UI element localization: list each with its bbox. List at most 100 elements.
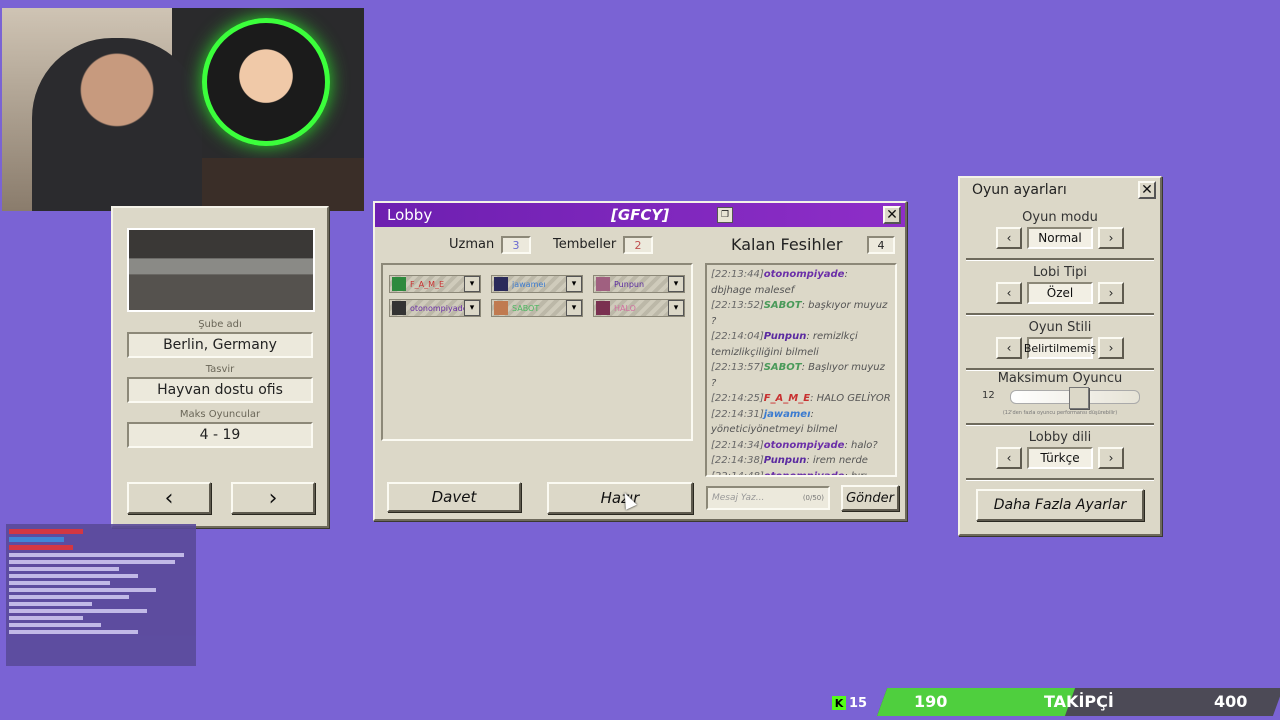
settings-close-button[interactable]: ✕ bbox=[1138, 181, 1156, 199]
chat-username: F_A_M_E bbox=[763, 393, 811, 404]
slider-thumb[interactable] bbox=[1069, 387, 1089, 409]
copy-code-icon[interactable]: ❐ bbox=[717, 207, 733, 223]
player-avatar bbox=[392, 301, 406, 315]
follower-badge-count: 15 bbox=[849, 695, 868, 711]
chat-message: [22:13:44]otonompiyade: dbjhage malesef bbox=[711, 267, 891, 298]
player-list: F_A_M_E ▾ jawameı ▾ Punpun ▾ otonompiyade ▾ SABO… bbox=[381, 263, 693, 441]
max-players-label: Maks Oyuncular bbox=[179, 409, 261, 420]
game-mode-next[interactable]: › bbox=[1098, 227, 1124, 249]
player-avatar bbox=[596, 301, 610, 315]
chevron-down-icon[interactable]: ▾ bbox=[668, 300, 684, 316]
branch-window: Şube adı Berlin, Germany Tasvir Hayvan d… bbox=[111, 206, 329, 528]
max-players-slider[interactable] bbox=[1010, 387, 1140, 409]
chevron-down-icon[interactable]: ▾ bbox=[566, 276, 582, 292]
max-players-setting-value: 12 bbox=[982, 390, 995, 401]
branch-desc-field[interactable]: Hayvan dostu ofis bbox=[127, 377, 313, 403]
chat-timestamp: [22:14:31] bbox=[711, 408, 764, 420]
player-name: otonompiyade bbox=[410, 303, 464, 313]
divider bbox=[966, 423, 1154, 426]
divider bbox=[966, 313, 1154, 316]
chat-message: [22:14:25]F_A_M_E: HALO GELİYOR bbox=[711, 391, 891, 407]
branch-desc-label: Tasvir bbox=[205, 364, 235, 375]
game-mode-label: Oyun modu bbox=[1022, 210, 1098, 225]
lazy-count: 2 bbox=[623, 236, 653, 254]
send-button[interactable]: Gönder bbox=[841, 485, 899, 511]
player-avatar bbox=[596, 277, 610, 291]
follower-goal: 400 bbox=[1214, 692, 1248, 711]
chat-message: [22:14:38]Punpun: irem nerde bbox=[711, 453, 891, 469]
settings-titlebar: Oyun ayarları ✕ bbox=[960, 178, 1160, 202]
game-mode-prev[interactable]: ‹ bbox=[996, 227, 1022, 249]
invite-button[interactable]: Davet bbox=[387, 482, 521, 512]
message-placeholder: Mesaj Yaz... bbox=[712, 493, 765, 503]
follower-badge: K 15 bbox=[832, 694, 868, 712]
chat-username: Punpun bbox=[763, 455, 807, 466]
game-style-label: Oyun Stili bbox=[1028, 320, 1092, 335]
chat-log[interactable]: [22:13:44]otonompiyade: dbjhage malesef[… bbox=[705, 263, 897, 477]
more-settings-button[interactable]: Daha Fazla Ayarlar bbox=[976, 489, 1144, 521]
webcam-person bbox=[32, 38, 202, 211]
cancels-label: Kalan Fesihler bbox=[731, 235, 843, 254]
chat-timestamp: [22:13:57] bbox=[711, 362, 764, 373]
chat-timestamp: [22:14:34] bbox=[711, 439, 764, 451]
chevron-down-icon[interactable]: ▾ bbox=[464, 276, 480, 292]
lobby-language-next[interactable]: › bbox=[1098, 447, 1124, 469]
player-name: SABOT bbox=[512, 303, 540, 313]
chat-timestamp: [22:14:04] bbox=[711, 331, 764, 342]
chat-username: SABOT bbox=[763, 300, 802, 311]
lobby-type-prev[interactable]: ‹ bbox=[996, 282, 1022, 304]
webcam-overlay bbox=[2, 8, 364, 211]
lobby-language-prev[interactable]: ‹ bbox=[996, 447, 1022, 469]
player-slot[interactable]: Punpun ▾ bbox=[593, 275, 685, 293]
chat-text: : irem nerde bbox=[806, 455, 868, 466]
player-slot[interactable]: F_A_M_E ▾ bbox=[389, 275, 481, 293]
lobby-language-label: Lobby dili bbox=[1028, 430, 1092, 445]
chat-timestamp: [22:13:44] bbox=[711, 269, 764, 280]
chevron-down-icon[interactable]: ▾ bbox=[668, 276, 684, 292]
max-players-note: (12'den fazla oyuncu performansı düşüreb… bbox=[1002, 410, 1118, 416]
max-players-setting-label: Maksimum Oyuncu bbox=[997, 371, 1123, 386]
branch-name-field[interactable]: Berlin, Germany bbox=[127, 332, 313, 358]
player-slot[interactable]: jawameı ▾ bbox=[491, 275, 583, 293]
max-players-field[interactable]: 4 - 19 bbox=[127, 422, 313, 448]
chevron-down-icon[interactable]: ▾ bbox=[464, 300, 480, 316]
streamer-logo bbox=[202, 18, 330, 146]
player-avatar bbox=[392, 277, 406, 291]
chat-username: SABOT bbox=[763, 362, 802, 373]
game-style-next[interactable]: › bbox=[1098, 337, 1124, 359]
lobby-window: Lobby [GFCY] ❐ ✕ Uzman 3 Tembeller 2 Kal… bbox=[373, 201, 907, 521]
game-style-prev[interactable]: ‹ bbox=[996, 337, 1022, 359]
player-avatar bbox=[494, 277, 508, 291]
player-slot[interactable]: otonompiyade ▾ bbox=[389, 299, 481, 317]
chevron-down-icon[interactable]: ▾ bbox=[566, 300, 582, 316]
chat-message: [22:14:04]Punpun: remizlkçi temizlikçili… bbox=[711, 329, 891, 360]
next-branch-button[interactable]: › bbox=[231, 482, 315, 514]
chat-username: otonompiyade bbox=[763, 470, 845, 477]
player-name: F_A_M_E bbox=[410, 279, 445, 289]
settings-window: Oyun ayarları ✕ Oyun modu ‹ Normal › Lob… bbox=[958, 176, 1162, 536]
lobby-type-label: Lobi Tipi bbox=[1033, 265, 1087, 280]
branch-name-label: Şube adı bbox=[198, 319, 242, 330]
message-counter: (0/50) bbox=[802, 494, 824, 502]
player-slot[interactable]: SABOT ▾ bbox=[491, 299, 583, 317]
divider bbox=[966, 258, 1154, 261]
lobby-type-next[interactable]: › bbox=[1098, 282, 1124, 304]
message-input[interactable]: Mesaj Yaz... (0/50) bbox=[706, 486, 830, 510]
office-preview-image bbox=[127, 228, 315, 312]
lobby-title: Lobby bbox=[387, 206, 433, 224]
follower-current: 190 bbox=[914, 692, 948, 711]
player-name: jawameı bbox=[512, 279, 546, 289]
chat-text: : halo? bbox=[844, 439, 878, 451]
chat-text: : HALO GELİYOR bbox=[810, 393, 891, 404]
lobby-type-value: Özel bbox=[1027, 282, 1093, 304]
player-slot[interactable]: HALO ▾ bbox=[593, 299, 685, 317]
prev-branch-button[interactable]: ‹ bbox=[127, 482, 211, 514]
chat-message: [22:14:31]jawameı: yöneticiyönetmeyi bil… bbox=[711, 407, 891, 438]
chat-message: [22:13:52]SABOT: başkıyor muyuz ? bbox=[711, 298, 891, 329]
chat-message: [22:14:34]otonompiyade: halo? bbox=[711, 438, 891, 454]
lobby-close-button[interactable]: ✕ bbox=[883, 206, 901, 224]
follower-label: TAKİPÇİ bbox=[1044, 692, 1114, 711]
chat-timestamp: [22:14:38] bbox=[711, 455, 764, 466]
kick-icon: K bbox=[832, 696, 846, 710]
chat-username: Punpun bbox=[763, 331, 807, 342]
